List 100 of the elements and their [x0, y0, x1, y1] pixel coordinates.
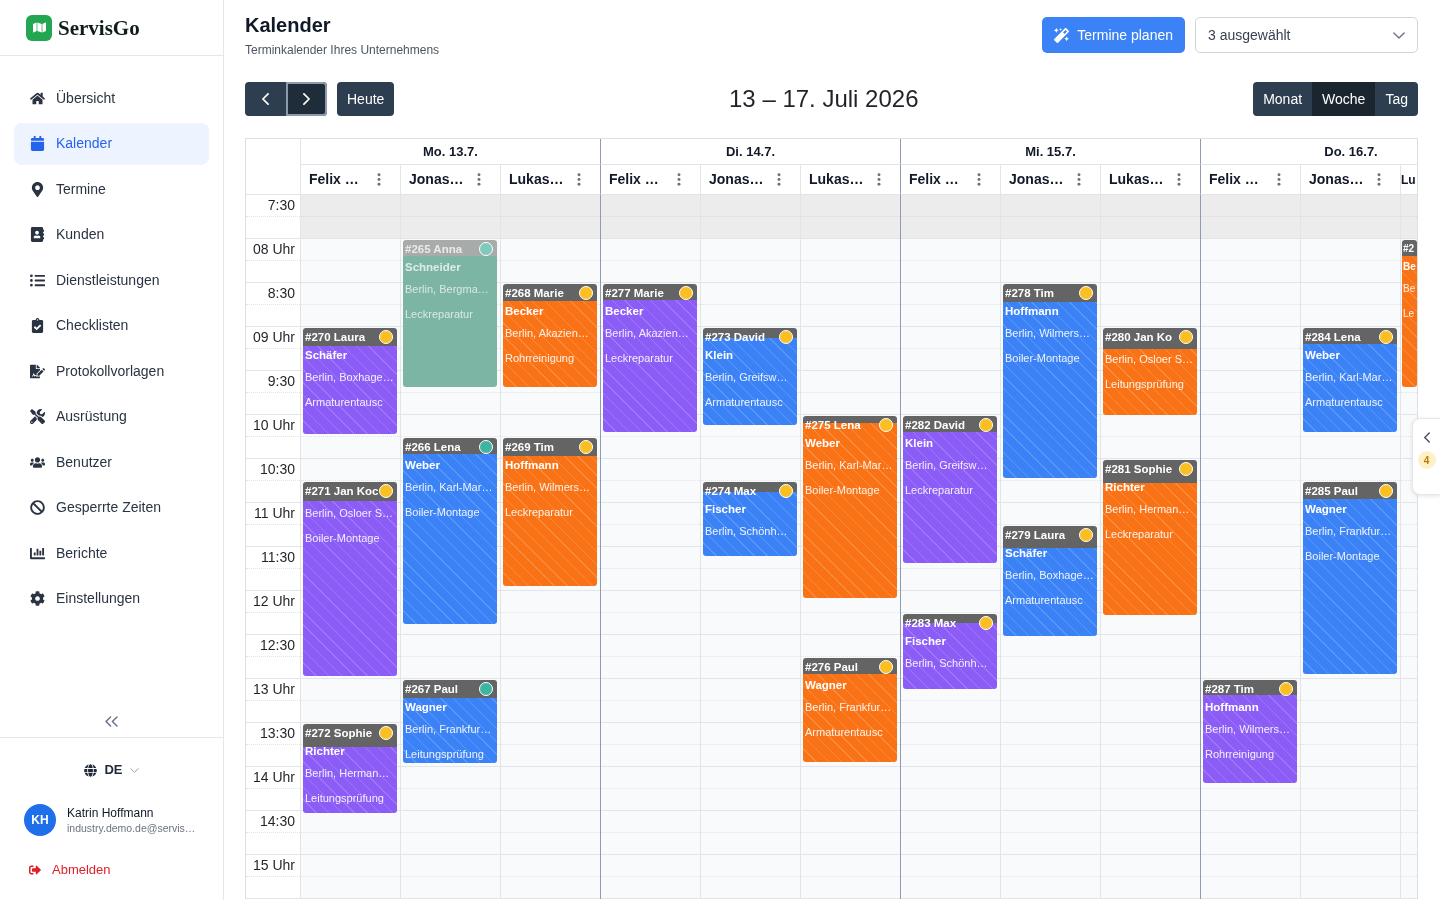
appointment-title: #276 Paul: [805, 660, 859, 675]
day-header: Do. 16.7.: [1324, 142, 1378, 161]
side-panel-tab[interactable]: 4: [1412, 418, 1440, 495]
view-tab[interactable]: Woche: [1312, 82, 1376, 116]
staff-name: Felix …: [609, 170, 659, 189]
customer-name: Schäfer: [1005, 546, 1049, 561]
appointment-card[interactable]: #284 Lena Weber Berlin, Karl-Mar… Armaturentausc: [1303, 328, 1397, 432]
nav-link[interactable]: Einstellungen: [14, 577, 209, 620]
appointment-card[interactable]: #279 Laura Schäfer Berlin, Boxhage… Armaturentausc: [1003, 526, 1097, 636]
service-text: Boiler-Montage: [805, 483, 881, 498]
customer-name: Schäfer: [305, 348, 349, 363]
appointment-card[interactable]: #276 Paul Wagner Berlin, Frankfur… Armaturentausc: [803, 658, 897, 762]
address-text: Berlin, Bergma…: [405, 282, 490, 297]
previous-button[interactable]: [245, 82, 286, 116]
nav-link[interactable]: Ausrüstung: [14, 395, 209, 438]
nav-link[interactable]: Protokollvorlagen: [14, 350, 209, 392]
globe-icon: [84, 763, 98, 777]
nav-link[interactable]: Kunden: [14, 213, 209, 256]
staff-select[interactable]: 3 ausgewählt: [1195, 17, 1418, 53]
address-text: Berlin, Schönh…: [705, 524, 789, 539]
address-text: Be: [1403, 282, 1416, 296]
time-label: 15 Uhr: [252, 856, 295, 875]
address-text: Berlin, Wilmers…: [505, 480, 591, 495]
customer-name: Weber: [1305, 348, 1341, 363]
nav-link[interactable]: Berichte: [14, 532, 209, 574]
address-text: Berlin, Frankfur…: [805, 700, 893, 715]
kebab-menu-icon[interactable]: [477, 173, 481, 186]
view-tab[interactable]: Tag: [1375, 82, 1418, 116]
customer-name: Weber: [405, 458, 441, 473]
address-text: Berlin, Akazien…: [605, 326, 690, 341]
appointment-card[interactable]: #268 Marie Becker Berlin, Akazien… Rohrreinigung: [503, 284, 597, 387]
kebab-menu-icon[interactable]: [977, 173, 981, 186]
appointment-card[interactable]: #267 Paul Wagner Berlin, Frankfur… Leitungsprüfung: [403, 680, 497, 763]
next-button[interactable]: [286, 82, 327, 116]
ban-icon: [30, 500, 45, 515]
customer-name: Klein: [905, 436, 935, 451]
staff-name: Jonas…: [709, 170, 764, 189]
view-tab[interactable]: Monat: [1253, 82, 1313, 116]
service-text: Armaturentausc: [1305, 395, 1384, 410]
nav-link[interactable]: Checklisten: [14, 304, 209, 347]
chevron-left-icon: [1423, 432, 1430, 443]
today-button[interactable]: Heute: [337, 82, 395, 116]
page-title: Kalender: [245, 13, 332, 38]
kebab-menu-icon[interactable]: [777, 173, 781, 186]
language-selector[interactable]: DE: [84, 760, 139, 780]
kebab-menu-icon[interactable]: [677, 173, 681, 186]
nav-link[interactable]: Kalender: [14, 122, 209, 165]
service-text: Leckreparatur: [1105, 527, 1174, 542]
nav-link[interactable]: Benutzer: [14, 441, 209, 483]
appointment-card[interactable]: #266 Lena Weber Berlin, Karl-Mar… Boiler-Montage: [403, 438, 497, 624]
double-chevron-left-icon[interactable]: [105, 715, 118, 727]
appointment-card[interactable]: #269 Tim Hoffmann Berlin, Wilmers… Leckreparatur: [503, 438, 597, 586]
nav-link[interactable]: Gesperrte Zeiten: [14, 486, 209, 529]
address-text: Berlin, Karl-Mar…: [1305, 370, 1394, 385]
service-text: Leckreparatur: [605, 351, 674, 366]
kebab-menu-icon[interactable]: [1277, 173, 1281, 186]
time-label: 13:30: [259, 724, 295, 743]
appointment-card[interactable]: #272 Sophie Richter Berlin, Herman… Leitungsprüfung: [303, 724, 397, 813]
appointment-card[interactable]: #285 Paul Wagner Berlin, Frankfur… Boiler-Montage: [1303, 482, 1397, 674]
kebab-menu-icon[interactable]: [877, 173, 881, 186]
appointment-card[interactable]: #271 Jan Koc Berlin, Osloer S… Boiler-Montage: [303, 482, 397, 676]
time-label: 10 Uhr: [252, 416, 295, 435]
appointment-card[interactable]: #287 Tim Hoffmann Berlin, Wilmers… Rohrreinigung: [1203, 680, 1297, 783]
user-name: Katrin Hoffmann: [67, 804, 155, 821]
service-text: Leckreparatur: [905, 483, 974, 498]
kebab-menu-icon[interactable]: [577, 173, 581, 186]
appointment-card[interactable]: #2 Be Be Le: [1402, 240, 1417, 387]
appointment-card[interactable]: #277 Marie Becker Berlin, Akazien… Leckreparatur: [603, 284, 697, 432]
bar-chart-icon: [30, 545, 45, 561]
kebab-menu-icon[interactable]: [377, 173, 381, 186]
appointment-card[interactable]: #281 Sophie Richter Berlin, Herman… Leckreparatur: [1103, 460, 1197, 615]
nav-link[interactable]: Termine: [14, 168, 209, 210]
kebab-menu-icon[interactable]: [1377, 173, 1381, 186]
appointment-title: #269 Tim: [505, 440, 554, 455]
appointment-title: #280 Jan Ko: [1105, 330, 1173, 345]
appointment-title: #285 Paul: [1305, 484, 1359, 499]
nav-link[interactable]: Dienstleistungen: [14, 259, 209, 301]
appointment-title: #277 Marie: [605, 286, 664, 301]
staff-name: Jonas…: [1309, 170, 1364, 189]
page-subtitle: Terminkalender Ihres Unternehmens: [245, 42, 440, 58]
calendar-icon: [30, 136, 45, 151]
staff-name: Lukas…: [1109, 170, 1164, 189]
appointment-card[interactable]: #278 Tim Hoffmann Berlin, Wilmers… Boiler-Montage: [1003, 284, 1097, 478]
customer-name: Klein: [705, 348, 735, 363]
customer-name: Becker: [605, 304, 645, 319]
logout-link[interactable]: Abmelden: [29, 860, 111, 880]
chevron-down-icon: [1393, 31, 1405, 39]
service-text: Leckreparatur: [405, 307, 474, 322]
appointment-title: #267 Paul: [405, 682, 459, 697]
appointment-title: #281 Sophie: [1105, 462, 1173, 477]
appointment-card[interactable]: #280 Jan Ko Berlin, Osloer S… Leitungsprüfung: [1103, 328, 1197, 415]
kebab-menu-icon[interactable]: [1077, 173, 1081, 186]
plan-appointments-button[interactable]: Termine planen: [1042, 17, 1185, 53]
nav-link[interactable]: Übersicht: [14, 77, 209, 119]
appointment-card[interactable]: #270 Laura Schäfer Berlin, Boxhage… Armaturentausc: [303, 328, 397, 434]
kebab-menu-icon[interactable]: [1177, 173, 1181, 186]
brand-name: ServisGo: [58, 14, 140, 41]
address-text: Berlin, Karl-Mar…: [805, 458, 894, 473]
time-label: 13 Uhr: [252, 680, 295, 699]
appointment-card[interactable]: #282 David Klein Berlin, Greifsw… Leckreparatur: [903, 416, 997, 563]
